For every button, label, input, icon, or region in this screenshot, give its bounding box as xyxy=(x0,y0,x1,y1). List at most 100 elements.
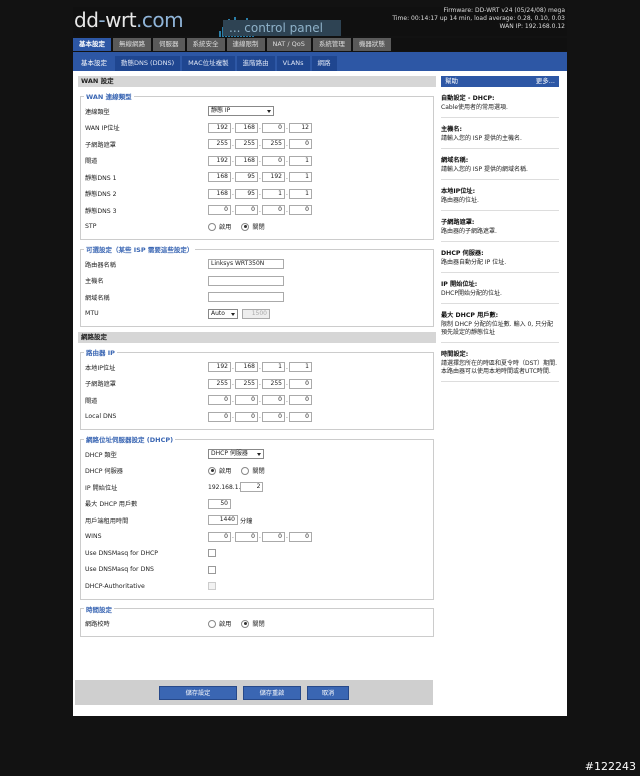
tab-nat-qos[interactable]: NAT / QoS xyxy=(266,38,311,51)
mtu-value-input[interactable]: 1500 xyxy=(242,308,270,319)
ip-octet-input[interactable]: 0 xyxy=(235,411,258,422)
help-more-link[interactable]: 更多... xyxy=(536,76,555,87)
ip-octet-input[interactable]: 0 xyxy=(235,205,258,216)
ip-octet-input[interactable]: 0 xyxy=(262,205,285,216)
wan-mask-label: 子網路遮罩 xyxy=(85,141,116,149)
lease-unit: 分鐘 xyxy=(240,517,253,525)
ip-octet-input[interactable]: 168 xyxy=(235,155,258,166)
ip-octet-input[interactable]: 255 xyxy=(262,378,285,389)
ip-octet-input[interactable]: 168 xyxy=(235,122,258,133)
ip-octet-input[interactable]: 192 xyxy=(208,122,231,133)
ip-octet-input[interactable]: 95 xyxy=(235,188,258,199)
subtab-mac-clone[interactable]: MAC位址複製 xyxy=(182,56,235,71)
ip-octet-input[interactable]: 0 xyxy=(262,155,285,166)
firmware-text: Firmware: DD-WRT v24 (05/24/08) mega xyxy=(443,7,565,14)
ip-octet-input[interactable]: 0 xyxy=(289,139,312,150)
ip-octet-input[interactable]: 192 xyxy=(262,172,285,183)
stp-enable-radio[interactable] xyxy=(208,222,216,231)
static-dns1-label: 靜態DNS 1 xyxy=(85,174,117,182)
dhcp-authoritative-checkbox[interactable] xyxy=(208,582,216,591)
subtab-ddns[interactable]: 動態DNS (DDNS) xyxy=(115,56,181,71)
help-item-body: 路由器自動分配 IP 位址. xyxy=(441,259,507,266)
ip-octet-input[interactable]: 0 xyxy=(289,531,312,542)
ip-octet-input[interactable]: 0 xyxy=(208,411,231,422)
ip-octet-input[interactable]: 1 xyxy=(289,155,312,166)
hostname-input[interactable] xyxy=(208,275,284,286)
ip-octet-input[interactable]: 0 xyxy=(235,531,258,542)
ip-octet-input[interactable]: 0 xyxy=(262,531,285,542)
ip-octet-input[interactable]: 0 xyxy=(235,395,258,406)
ip-octet-input[interactable]: 1 xyxy=(289,172,312,183)
ip-octet-input[interactable]: 255 xyxy=(235,139,258,150)
subtab-basic-setup[interactable]: 基本設定 xyxy=(75,56,113,71)
static-dns1-input: 168. 95. 192. 1 xyxy=(208,172,312,183)
ip-octet-input[interactable]: 0 xyxy=(289,205,312,216)
main-tabs: 基本設定 無線網路 伺服器 系統安全 連線限制 NAT / QoS 系統管理 機… xyxy=(73,38,567,51)
apply-button[interactable]: 儲存重啟 xyxy=(243,685,301,700)
router-name-input[interactable]: Linksys WRT350N xyxy=(208,259,284,270)
ip-octet-input[interactable]: 0 xyxy=(289,411,312,422)
ip-octet-input[interactable]: 168 xyxy=(235,362,258,373)
ip-octet-input[interactable]: 1 xyxy=(262,188,285,199)
tab-wireless[interactable]: 無線網路 xyxy=(113,38,151,51)
dnsmasq-dns-checkbox[interactable] xyxy=(208,565,216,574)
ip-octet-input[interactable]: 255 xyxy=(208,139,231,150)
ip-octet-input[interactable]: 0 xyxy=(262,411,285,422)
help-item: 主機名: 請輸入您的 ISP 提供的主機名. xyxy=(441,124,559,149)
ip-octet-input[interactable]: 192 xyxy=(208,155,231,166)
subtab-vlans[interactable]: VLANs xyxy=(276,56,310,71)
tab-setup[interactable]: 基本設定 xyxy=(73,38,111,51)
subtab-advanced-routing[interactable]: 進階路由 xyxy=(236,56,275,71)
tab-status[interactable]: 機器狀態 xyxy=(352,38,391,51)
tab-access-restrictions[interactable]: 連線限制 xyxy=(226,38,265,51)
ip-octet-input[interactable]: 255 xyxy=(262,139,285,150)
help-item-body: 請輸入您的 ISP 提供的主機名. xyxy=(441,135,522,142)
local-dns-label: Local DNS xyxy=(85,413,117,421)
stp-disable-radio[interactable] xyxy=(241,222,250,231)
ip-octet-input[interactable]: 0 xyxy=(208,205,231,216)
ip-octet-input[interactable]: 255 xyxy=(208,378,231,389)
ip-octet-input[interactable]: 255 xyxy=(235,378,258,389)
dhcp-type-select[interactable]: DHCP 伺服器 xyxy=(208,449,264,460)
save-button[interactable]: 儲存設定 xyxy=(159,685,237,700)
ip-octet-input[interactable]: 1 xyxy=(289,188,312,199)
tab-services[interactable]: 伺服器 xyxy=(153,38,185,51)
lease-time-input[interactable]: 1440 xyxy=(208,515,238,526)
dnsmasq-dhcp-checkbox[interactable] xyxy=(208,549,216,558)
ip-octet-input[interactable]: 168 xyxy=(208,188,231,199)
domain-name-input[interactable] xyxy=(208,292,284,303)
ip-octet-input[interactable]: 0 xyxy=(208,395,231,406)
start-ip-input[interactable]: 2 xyxy=(240,482,264,493)
ip-octet-input[interactable]: 1 xyxy=(289,362,312,373)
tab-security[interactable]: 系統安全 xyxy=(186,38,225,51)
ip-octet-input[interactable]: 95 xyxy=(235,172,258,183)
dhcp-disable-label: 關閉 xyxy=(252,468,265,476)
max-users-input[interactable]: 50 xyxy=(208,498,231,509)
ip-octet-input[interactable]: 12 xyxy=(289,122,312,133)
ntp-enable-radio[interactable] xyxy=(208,619,216,628)
mtu-mode-select[interactable]: Auto xyxy=(208,308,238,319)
ip-octet-input[interactable]: 0 xyxy=(289,378,312,389)
ip-octet-input[interactable]: 0 xyxy=(262,122,285,133)
content-page: WAN 設定 WAN 連線類型 連線類型 靜態 IP WAN IP位址 192.… xyxy=(73,71,567,716)
subtab-networking[interactable]: 網路 xyxy=(311,56,337,71)
lan-mask-label: 子網路遮罩 xyxy=(85,381,116,389)
ip-octet-input[interactable]: 0 xyxy=(262,395,285,406)
wins-input: 0.0.0.0 xyxy=(208,531,312,542)
cancel-button[interactable]: 取消 xyxy=(307,685,349,700)
stp-disable-label: 關閉 xyxy=(252,224,265,232)
tab-administration[interactable]: 系統管理 xyxy=(312,38,351,51)
connection-type-select[interactable]: 靜態 IP xyxy=(208,106,274,117)
ip-octet-input[interactable]: 192 xyxy=(208,362,231,373)
ip-octet-input[interactable]: 1 xyxy=(262,362,285,373)
dhcp-disable-radio[interactable] xyxy=(241,466,250,475)
ip-octet-input[interactable]: 168 xyxy=(208,172,231,183)
static-dns2-label: 靜態DNS 2 xyxy=(85,191,117,199)
ip-octet-input[interactable]: 0 xyxy=(289,395,312,406)
stp-enable-label: 啟用 xyxy=(219,224,232,232)
dnsmasq-dhcp-label: Use DNSMasq for DHCP xyxy=(85,549,159,557)
ip-octet-input[interactable]: 0 xyxy=(208,531,231,542)
dhcp-enable-radio[interactable] xyxy=(208,466,216,475)
ntp-disable-radio[interactable] xyxy=(241,619,250,628)
system-info: Firmware: DD-WRT v24 (05/24/08) mega Tim… xyxy=(392,7,565,31)
